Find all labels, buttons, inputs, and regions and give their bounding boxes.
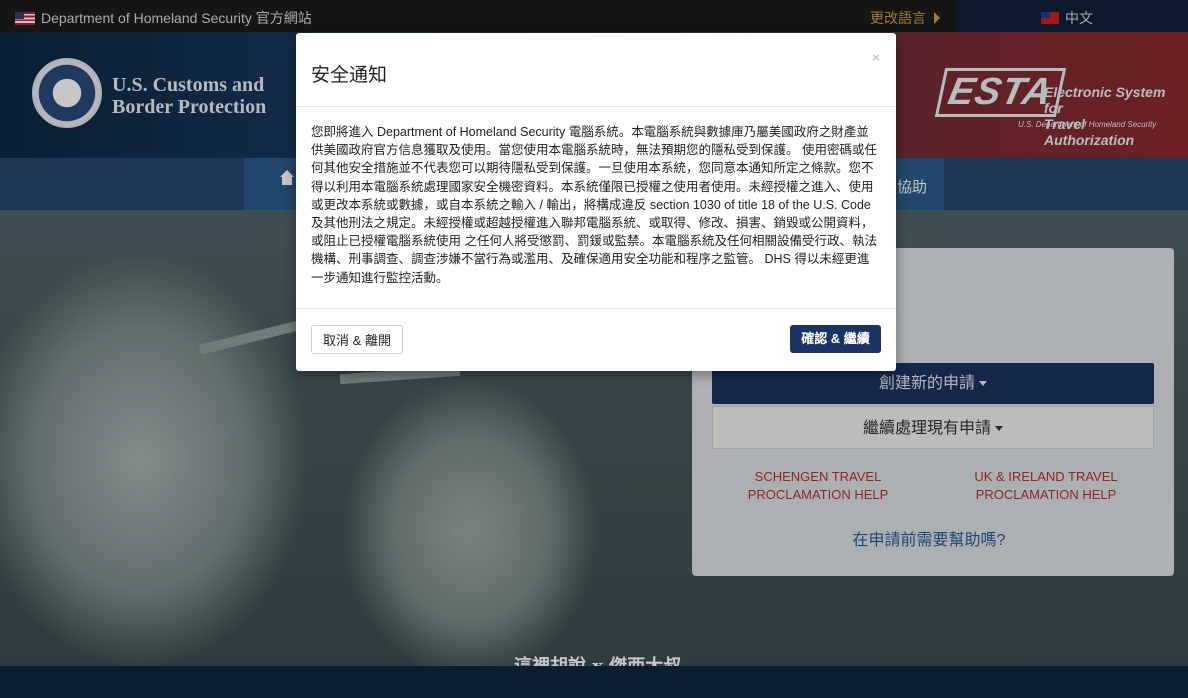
- cancel-and-leave-button[interactable]: 取消 & 離開: [311, 325, 403, 354]
- confirm-and-continue-button[interactable]: 確認 & 繼續: [790, 325, 881, 353]
- security-notice-modal: 安全通知 × 您即將進入 Department of Homeland Secu…: [296, 33, 896, 371]
- modal-divider: [296, 106, 896, 107]
- modal-title: 安全通知: [311, 65, 388, 86]
- modal-divider: [296, 308, 896, 309]
- modal-body-text: 您即將進入 Department of Homeland Security 電腦…: [311, 125, 877, 285]
- close-icon[interactable]: ×: [872, 49, 880, 65]
